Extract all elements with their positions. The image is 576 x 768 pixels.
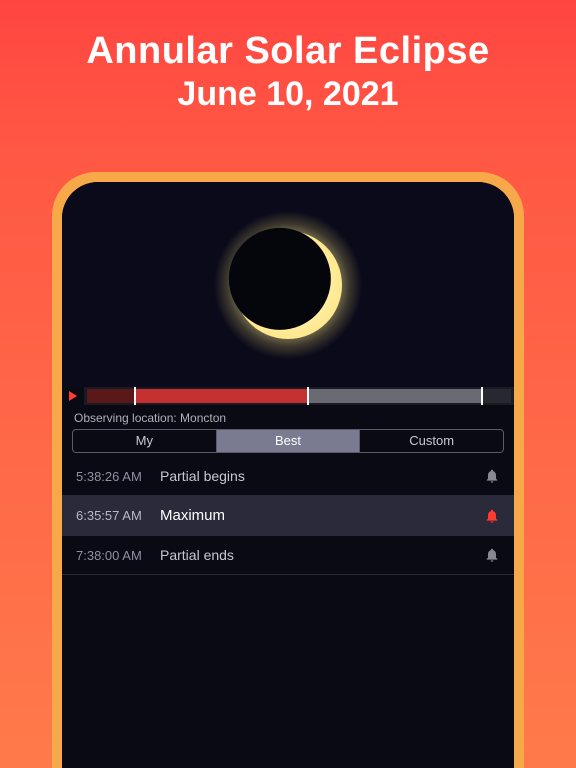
event-time: 6:35:57 AM — [76, 508, 160, 523]
observing-location-label: Observing location: Moncton — [62, 405, 514, 429]
header-subtitle: June 10, 2021 — [0, 75, 576, 114]
phone-frame: Observing location: Moncton My Best Cust… — [52, 172, 524, 768]
moon-disk — [229, 227, 331, 329]
alarm-icon[interactable] — [484, 468, 500, 484]
event-row[interactable]: 5:38:26 AM Partial begins — [62, 457, 514, 496]
play-button[interactable] — [62, 387, 84, 405]
location-tabs: My Best Custom — [72, 429, 504, 453]
event-row[interactable]: 7:38:00 AM Partial ends — [62, 536, 514, 575]
eclipse-graphic — [218, 215, 358, 355]
tab-custom[interactable]: Custom — [360, 430, 503, 452]
alarm-icon[interactable] — [484, 547, 500, 563]
tab-my[interactable]: My — [73, 430, 217, 452]
eclipse-visualization — [62, 182, 514, 387]
timeline-segment — [87, 389, 134, 403]
timeline-segment-active — [134, 389, 308, 403]
event-row-highlighted[interactable]: 6:35:57 AM Maximum — [62, 496, 514, 536]
events-list: 5:38:26 AM Partial begins 6:35:57 AM Max… — [62, 457, 514, 768]
alarm-icon-active[interactable] — [484, 508, 500, 524]
phone-screen: Observing location: Moncton My Best Cust… — [62, 182, 514, 768]
event-label: Partial ends — [160, 547, 484, 563]
promo-header: Annular Solar Eclipse June 10, 2021 — [0, 0, 576, 114]
timeline[interactable] — [62, 387, 514, 405]
timeline-marker — [481, 387, 483, 405]
event-label: Maximum — [160, 507, 484, 524]
event-label: Partial begins — [160, 468, 484, 484]
event-time: 7:38:00 AM — [76, 548, 160, 563]
tab-best[interactable]: Best — [217, 430, 361, 452]
timeline-track[interactable] — [87, 389, 511, 403]
header-title: Annular Solar Eclipse — [0, 30, 576, 73]
play-icon — [69, 391, 77, 401]
timeline-segment — [481, 389, 511, 403]
timeline-marker — [307, 387, 309, 405]
timeline-marker — [134, 387, 136, 405]
event-time: 5:38:26 AM — [76, 469, 160, 484]
timeline-segment — [307, 389, 481, 403]
